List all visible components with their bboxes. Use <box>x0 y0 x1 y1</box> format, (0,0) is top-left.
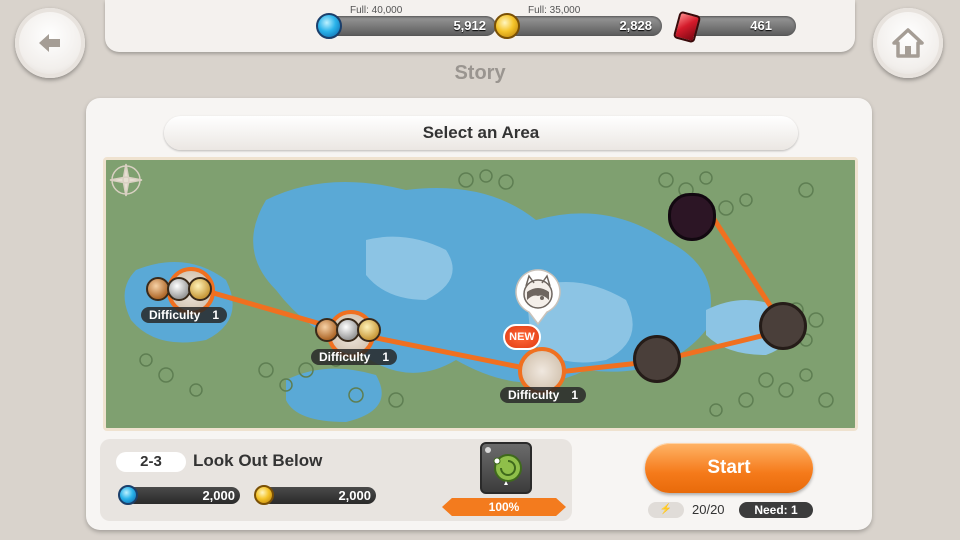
blue-gem-value: 5,912 <box>453 18 486 33</box>
gold-coin-bar: 2,828 <box>506 16 662 36</box>
page-title: Story <box>454 62 506 84</box>
lightning-icon: ⚡ <box>648 502 684 518</box>
drop-rate-label: 100% <box>442 498 566 516</box>
blue-gem-resource: 5,912 Full: 40,000 <box>316 5 496 39</box>
blue-gem-capacity: Full: 40,000 <box>350 5 403 16</box>
stage-1-medals <box>146 277 212 301</box>
blue-gem-bar: 5,912 <box>328 16 496 36</box>
gold-coin-capacity: Full: 35,000 <box>528 5 581 16</box>
stage-name: Look Out Below <box>193 451 323 470</box>
reward-blue-gem: 2,000 <box>118 485 242 506</box>
red-crystal-value: 461 <box>750 18 772 33</box>
reward-gold-coin-value: 2,000 <box>338 488 371 503</box>
new-badge: NEW <box>503 324 541 350</box>
home-icon <box>892 28 924 58</box>
drop-item-slot[interactable] <box>480 442 532 494</box>
gold-medal-icon <box>188 277 212 301</box>
back-arrow-icon <box>39 34 60 52</box>
stamina-value: 20/20 <box>692 502 725 517</box>
stage-3-difficulty: Difficulty 1 <box>500 387 586 403</box>
stamina-counter: ⚡ 20/20 <box>648 502 732 518</box>
reward-gold-coin-bar: 2,000 <box>262 487 376 504</box>
world-map[interactable] <box>103 157 858 431</box>
character-pin-icon <box>515 269 561 326</box>
stage-1-difficulty: Difficulty 1 <box>141 307 227 323</box>
area-header: Select an Area <box>164 116 798 150</box>
blue-gem-icon <box>316 13 342 39</box>
red-crystal-resource: 461 <box>672 10 796 44</box>
stage-2-difficulty: Difficulty 1 <box>311 349 397 365</box>
reward-gold-coin: 2,000 <box>254 485 378 506</box>
stage-node-5[interactable] <box>759 302 807 350</box>
map-terrain <box>106 160 855 428</box>
gold-coin-icon <box>494 13 520 39</box>
stage-number: 2-3 <box>116 452 186 472</box>
stage-node-4[interactable] <box>633 335 681 383</box>
boss-stage-node[interactable] <box>668 193 716 241</box>
start-button[interactable]: Start <box>645 443 813 493</box>
reward-blue-gem-value: 2,000 <box>202 488 235 503</box>
gold-coin-resource: 2,828 Full: 35,000 <box>494 5 664 39</box>
player-location-pin <box>513 268 563 326</box>
gold-coin-value: 2,828 <box>619 18 652 33</box>
stamina-need: Need: 1 <box>739 502 813 518</box>
gold-medal-icon <box>357 318 381 342</box>
red-crystal-bar: 461 <box>684 16 796 36</box>
stage-2-medals <box>315 318 381 342</box>
chameleon-item-icon <box>485 447 522 485</box>
reward-blue-gem-bar: 2,000 <box>126 487 240 504</box>
blue-gem-icon <box>118 485 138 505</box>
gold-coin-icon <box>254 485 274 505</box>
